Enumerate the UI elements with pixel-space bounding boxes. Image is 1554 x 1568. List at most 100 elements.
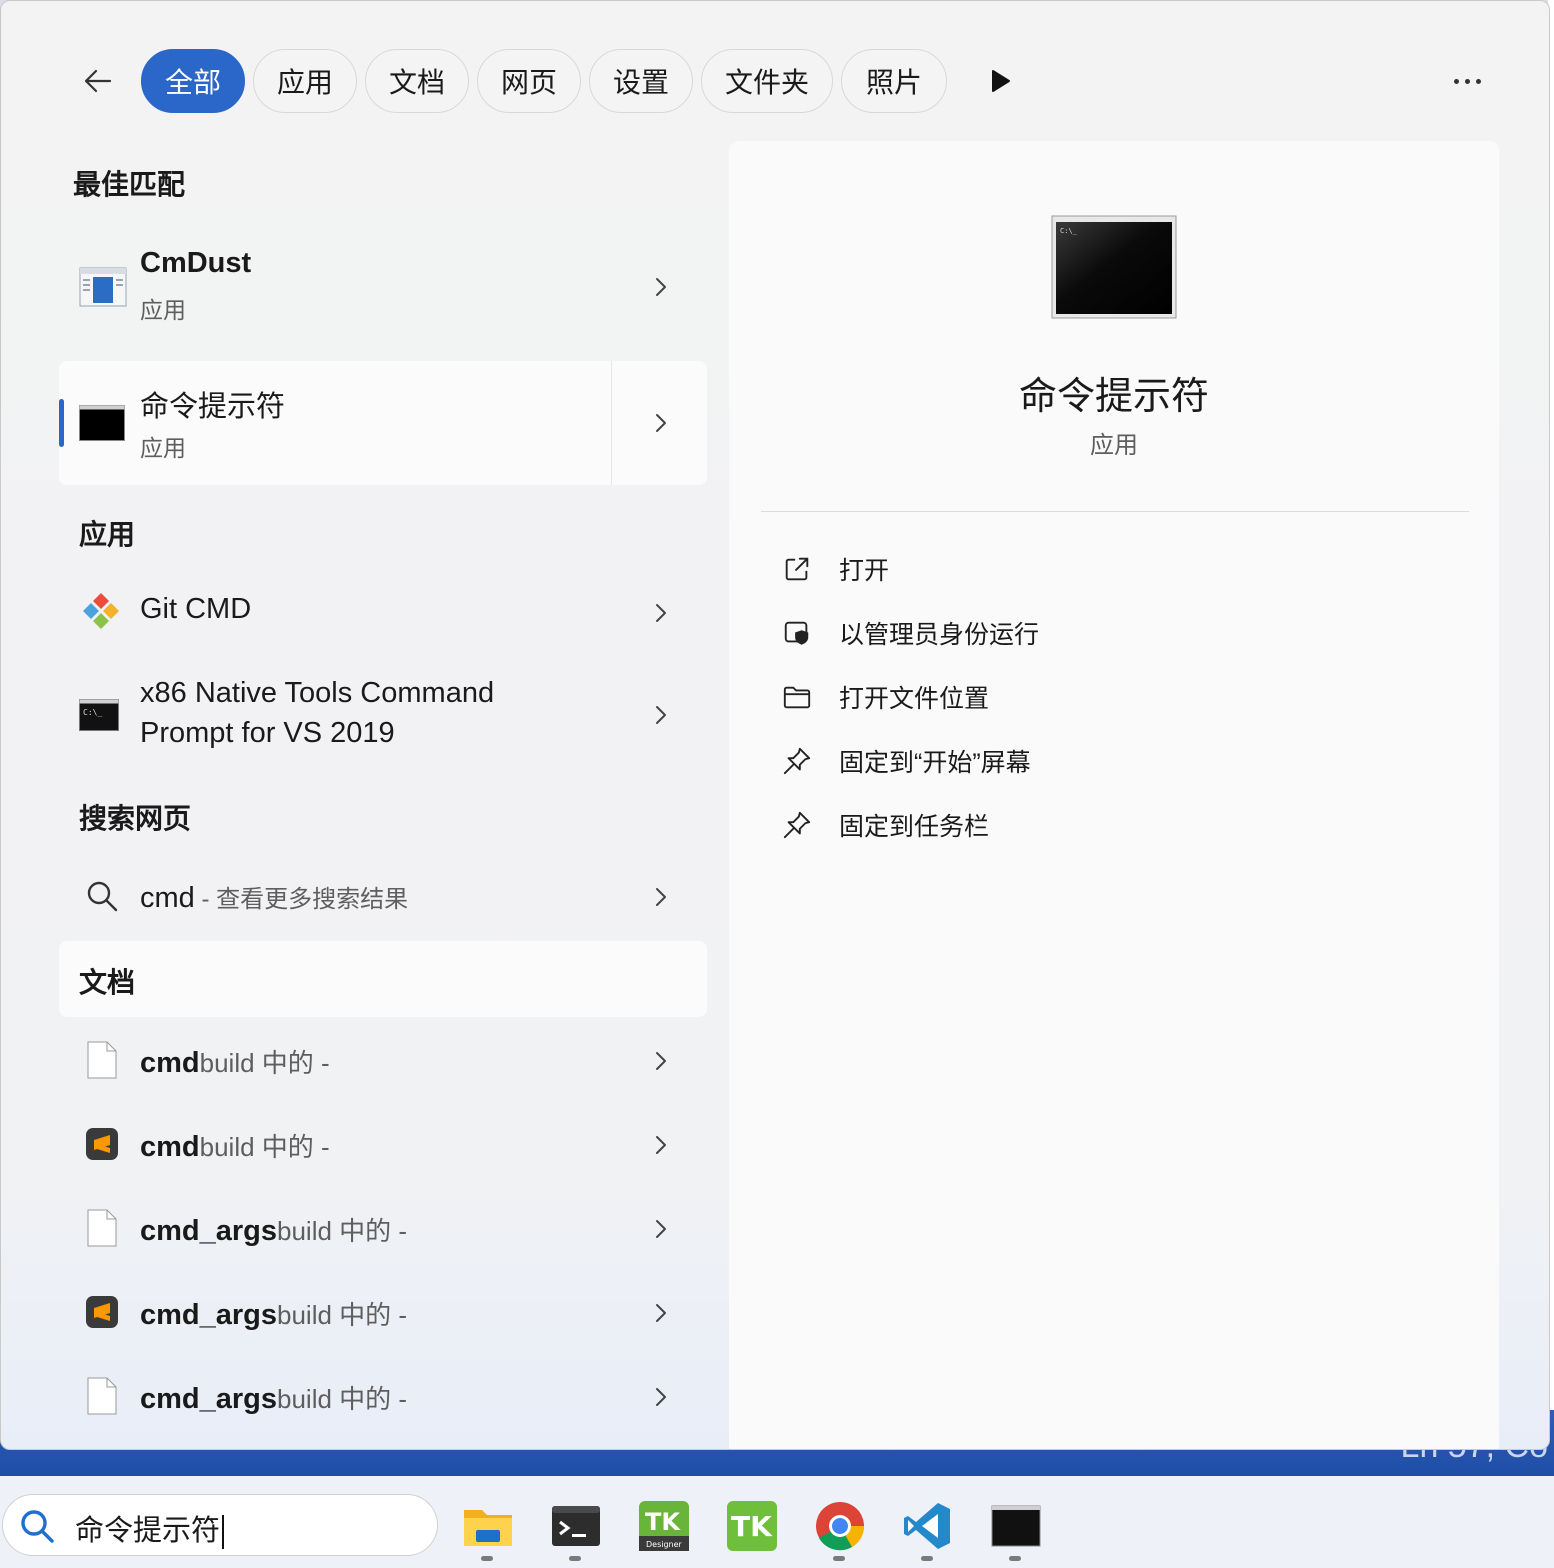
- document-name: cmd_args: [140, 1383, 278, 1415]
- result-title-line-2: Prompt for VS 2019: [140, 717, 395, 749]
- document-location: build 中的 -: [277, 1300, 408, 1330]
- chevron-right-icon[interactable]: [649, 703, 673, 727]
- vscode-icon[interactable]: [902, 1500, 954, 1552]
- result-item-git-cmd[interactable]: Git CMD: [59, 571, 707, 653]
- result-item-cmdust[interactable]: CmDust 应用: [59, 225, 707, 347]
- filter-chip-apps[interactable]: 应用: [253, 49, 357, 113]
- arrow-left-icon: [84, 69, 112, 93]
- action-label: 打开: [839, 557, 890, 585]
- result-title-text: Git CMD: [140, 593, 252, 625]
- chevron-right-icon[interactable]: [649, 1385, 673, 1409]
- detail-app-name: 命令提示符: [1018, 376, 1209, 418]
- more-filters-button[interactable]: [985, 63, 1017, 99]
- document-location: build 中的 -: [277, 1384, 408, 1414]
- document-location: build 中的 -: [199, 1048, 330, 1078]
- chevron-right-icon[interactable]: [649, 885, 673, 909]
- open-external-icon: [781, 553, 813, 585]
- search-text: 命令提示符: [75, 1507, 225, 1550]
- filter-chip-web[interactable]: 网页: [477, 49, 581, 113]
- pin-icon: [781, 809, 813, 841]
- action-label: 以管理员身份运行: [839, 621, 1040, 649]
- cmd-large-icon: C:\_: [1051, 215, 1177, 319]
- chevron-right-icon[interactable]: [649, 601, 673, 625]
- tk-designer-icon[interactable]: TK Designer: [638, 1500, 690, 1552]
- chevron-right-icon[interactable]: [649, 1049, 673, 1073]
- file-icon: [87, 1041, 117, 1079]
- result-item-x86-native-tools[interactable]: C:\_ x86 Native Tools Command Prompt for…: [59, 665, 707, 765]
- cmd-icon[interactable]: [990, 1500, 1042, 1552]
- section-heading-documents: 文档: [79, 967, 136, 998]
- taskbar: 命令提示符 TK Designer TK: [0, 1476, 1554, 1568]
- running-indicator: [1009, 1556, 1021, 1561]
- ellipsis-icon: [1453, 78, 1459, 84]
- result-title-line-1: x86 Native Tools Command: [140, 677, 495, 709]
- cmd-terminal-icon: C:\_: [79, 699, 119, 731]
- document-item[interactable]: cmd_argsbuild 中的 -: [59, 1271, 707, 1355]
- result-title: Git CMD: [140, 593, 251, 626]
- detail-divider: [761, 511, 1469, 512]
- document-item[interactable]: cmd_argsbuild 中的 -: [59, 1187, 707, 1271]
- filter-chip-folders[interactable]: 文件夹: [701, 49, 833, 113]
- result-item-web-search[interactable]: cmd - 查看更多搜索结果: [59, 855, 707, 937]
- action-run-as-admin[interactable]: 以管理员身份运行: [781, 611, 1039, 655]
- start-search-panel: 全部 应用 文档 网页 设置 文件夹 照片 最佳匹配 CmDust 应用 命令提…: [0, 0, 1550, 1450]
- row-split-divider: [611, 361, 612, 485]
- document-name: cmd: [140, 1131, 200, 1163]
- document-item[interactable]: cmdbuild 中的 -: [59, 1019, 707, 1103]
- terminal-icon[interactable]: [550, 1500, 602, 1552]
- section-heading-web: 搜索网页: [79, 803, 192, 834]
- web-query-text: cmd: [140, 882, 195, 914]
- chevron-right-icon[interactable]: [649, 1217, 673, 1241]
- folder-icon: [781, 681, 813, 713]
- result-item-command-prompt[interactable]: 命令提示符 应用: [59, 361, 707, 485]
- result-title: 命令提示符: [140, 391, 286, 423]
- document-title: cmd_argsbuild 中的 -: [140, 1295, 407, 1332]
- filter-chip-documents[interactable]: 文档: [365, 49, 469, 113]
- svg-text:C:\_: C:\_: [83, 708, 102, 717]
- running-indicator: [481, 1556, 493, 1561]
- svg-text:TK: TK: [645, 1508, 681, 1536]
- running-indicator: [569, 1556, 581, 1561]
- section-heading-apps: 应用: [79, 519, 136, 550]
- running-indicator: [833, 1556, 845, 1561]
- chrome-icon[interactable]: [814, 1500, 866, 1552]
- sublime-icon: [85, 1127, 119, 1161]
- ellipsis-dot: [1464, 78, 1470, 84]
- detail-app-type: 应用: [1090, 432, 1138, 459]
- file-explorer-icon[interactable]: [462, 1500, 514, 1552]
- pin-icon: [781, 745, 813, 777]
- section-header-documents[interactable]: [59, 941, 707, 1017]
- text-caret: [222, 1515, 225, 1550]
- document-name: cmd_args: [140, 1215, 278, 1247]
- document-item[interactable]: cmd_argsbuild 中的 -: [59, 1355, 707, 1439]
- chevron-right-icon[interactable]: [649, 411, 673, 435]
- overflow-menu-button[interactable]: [1445, 63, 1489, 99]
- taskbar-search-input[interactable]: 命令提示符: [2, 1494, 438, 1556]
- file-icon: [87, 1377, 117, 1415]
- chevron-right-icon[interactable]: [649, 275, 673, 299]
- document-title: cmd_argsbuild 中的 -: [140, 1211, 407, 1248]
- svg-text:C:\_: C:\_: [1060, 227, 1078, 235]
- filter-chip-settings[interactable]: 设置: [589, 49, 693, 113]
- action-pin-to-start[interactable]: 固定到“开始”屏幕: [781, 739, 1031, 783]
- web-query-suffix: - 查看更多搜索结果: [194, 886, 409, 913]
- result-title: CmDust: [140, 247, 252, 279]
- action-open[interactable]: 打开: [781, 547, 889, 591]
- search-icon: [21, 1510, 54, 1543]
- tk-icon[interactable]: TK: [726, 1500, 778, 1552]
- search-icon: [85, 879, 119, 913]
- chevron-right-icon[interactable]: [649, 1133, 673, 1157]
- filter-chip-photos[interactable]: 照片: [841, 49, 947, 113]
- selection-indicator: [59, 399, 64, 447]
- back-button[interactable]: [79, 59, 117, 103]
- action-label: 固定到“开始”屏幕: [839, 749, 1031, 777]
- result-subtitle: 应用: [140, 435, 186, 461]
- cmd-terminal-icon: [79, 405, 125, 441]
- action-open-file-location[interactable]: 打开文件位置: [781, 675, 989, 719]
- filter-chip-all[interactable]: 全部: [141, 49, 245, 113]
- admin-shield-icon: [781, 617, 813, 649]
- document-title: cmd_argsbuild 中的 -: [140, 1379, 407, 1416]
- action-pin-to-taskbar[interactable]: 固定到任务栏: [781, 803, 989, 847]
- chevron-right-icon[interactable]: [649, 1301, 673, 1325]
- document-item[interactable]: cmdbuild 中的 -: [59, 1103, 707, 1187]
